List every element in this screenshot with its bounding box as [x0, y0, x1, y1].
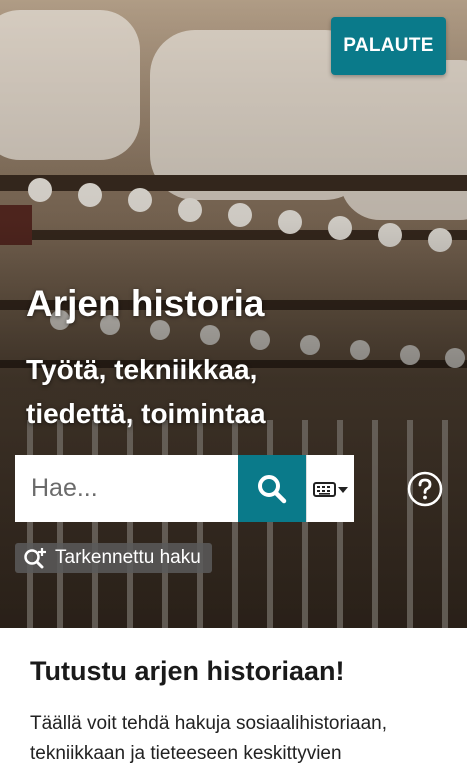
feedback-button[interactable]: PALAUTE: [331, 17, 446, 75]
virtual-keyboard-button[interactable]: [306, 455, 354, 522]
keyboard-icon: [312, 481, 348, 497]
search-input[interactable]: [29, 473, 233, 504]
help-button[interactable]: [407, 471, 443, 507]
intro-heading: Tutustu arjen historiaan!: [30, 656, 345, 686]
zoom-plus-icon: [24, 548, 46, 569]
search-field-wrapper: [15, 455, 238, 522]
advanced-search-button[interactable]: Tarkennettu haku: [15, 543, 212, 573]
chevron-down-icon: [337, 486, 348, 493]
intro-section: Tutustu arjen historiaan! Täällä voit te…: [0, 628, 467, 771]
help-icon: [407, 471, 443, 507]
search-icon: [258, 474, 287, 503]
intro-text: Täällä voit tehdä hakuja sosiaalihistori…: [30, 713, 387, 764]
site-subtitle: Työtä, tekniikkaa, tiedettä, toimintaa: [26, 354, 266, 429]
advanced-search-label: Tarkennettu haku: [55, 547, 201, 568]
site-title: Arjen historia: [26, 283, 265, 324]
search-button[interactable]: [238, 455, 306, 522]
